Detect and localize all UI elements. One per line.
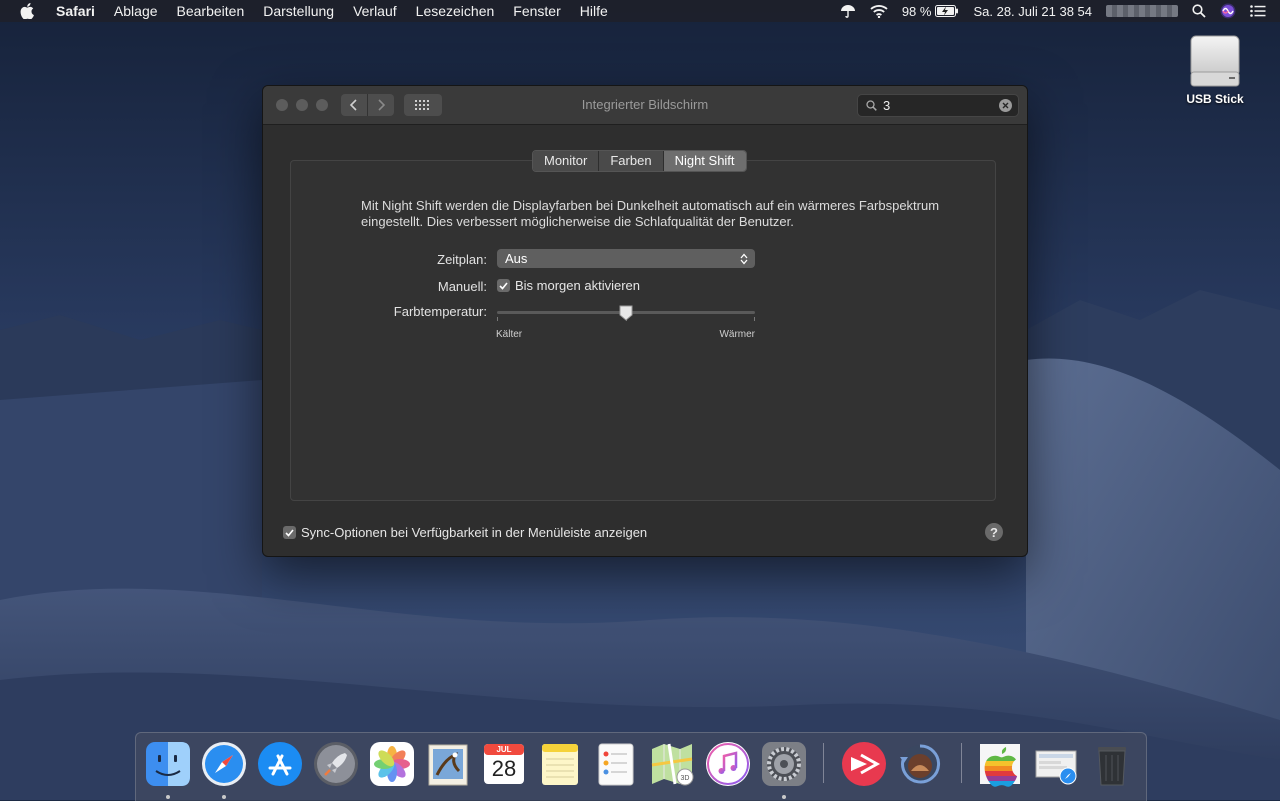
tab-bar: Monitor Farben Night Shift <box>532 150 747 172</box>
siri-icon[interactable] <box>1220 3 1236 19</box>
schedule-popup[interactable]: Aus <box>497 249 755 268</box>
skitch-icon[interactable] <box>841 741 887 787</box>
night-shift-panel: Mit Night Shift werden die Displayfarben… <box>290 160 996 501</box>
night-shift-description: Mit Night Shift werden die Displayfarben… <box>361 198 940 229</box>
manual-label: Manuell: <box>437 279 487 294</box>
menu-app-safari[interactable]: Safari <box>56 3 95 19</box>
app-store-icon[interactable] <box>257 741 303 787</box>
notification-center-icon[interactable] <box>1250 5 1266 17</box>
rainbow-apple-icon[interactable] <box>977 741 1023 787</box>
menu-bearbeiten[interactable]: Bearbeiten <box>177 3 245 19</box>
usb-stick-desktop-icon[interactable]: USB Stick <box>1180 34 1250 106</box>
running-indicator <box>222 795 226 799</box>
checkmark-icon <box>499 281 508 290</box>
umbrella-icon[interactable] <box>840 3 856 19</box>
finder-icon[interactable] <box>145 741 191 787</box>
safari-icon[interactable] <box>201 741 247 787</box>
usb-stick-label: USB Stick <box>1186 92 1244 106</box>
sync-option[interactable]: Sync-Optionen bei Verfügbarkeit in der M… <box>283 525 647 540</box>
menu-bar: Safari Ablage Bearbeiten Darstellung Ver… <box>0 0 1280 22</box>
search-field[interactable]: 3 <box>857 94 1019 117</box>
slider-tick <box>497 317 498 321</box>
schedule-label: Zeitplan: <box>437 252 487 267</box>
search-icon <box>866 100 877 111</box>
menu-darstellung[interactable]: Darstellung <box>263 3 334 19</box>
sync-checkbox[interactable] <box>283 526 296 539</box>
running-indicator <box>166 795 170 799</box>
maps-icon[interactable]: 3D <box>649 741 695 787</box>
temperature-slider[interactable]: Kälter Wärmer <box>496 305 755 345</box>
clear-search-icon[interactable] <box>999 99 1012 112</box>
user-name-redacted[interactable] <box>1106 5 1178 17</box>
clock[interactable]: Sa. 28. Juli 21 38 54 <box>973 4 1092 19</box>
manual-checkbox[interactable] <box>497 279 510 292</box>
calendar-month: JUL <box>496 745 512 754</box>
slider-tick <box>754 317 755 321</box>
running-indicator <box>782 795 786 799</box>
manual-option[interactable]: Bis morgen aktivieren <box>497 278 640 293</box>
itunes-icon[interactable] <box>705 741 751 787</box>
battery-charging-icon[interactable] <box>935 5 959 17</box>
slider-min-label: Kälter <box>496 329 523 340</box>
schedule-value: Aus <box>505 251 528 266</box>
slider-knob[interactable] <box>619 305 633 321</box>
slider-max-label: Wärmer <box>719 329 755 340</box>
wifi-icon[interactable] <box>870 4 888 18</box>
menu-hilfe[interactable]: Hilfe <box>580 3 608 19</box>
menu-fenster[interactable]: Fenster <box>513 3 560 19</box>
system-preferences-icon[interactable] <box>761 741 807 787</box>
menu-verlauf[interactable]: Verlauf <box>353 3 397 19</box>
display-preferences-window: Integrierter Bildschirm 3 Monitor Farben… <box>262 85 1028 557</box>
notes-icon[interactable] <box>537 741 583 787</box>
search-value[interactable]: 3 <box>883 98 999 113</box>
tab-monitor[interactable]: Monitor <box>533 151 600 171</box>
menu-lesezeichen[interactable]: Lesezeichen <box>416 3 495 19</box>
spotlight-search-icon[interactable] <box>1192 4 1206 18</box>
window-titlebar[interactable]: Integrierter Bildschirm 3 <box>263 86 1027 125</box>
dock-separator <box>961 743 962 783</box>
calendar-icon[interactable]: JUL 28 <box>481 741 527 787</box>
apple-menu-icon[interactable] <box>20 3 36 19</box>
help-button[interactable]: ? <box>985 523 1003 541</box>
tab-farben[interactable]: Farben <box>599 151 664 171</box>
calendar-day: 28 <box>491 756 517 781</box>
sync-label: Sync-Optionen bei Verfügbarkeit in der M… <box>301 525 648 540</box>
document-stack-icon[interactable] <box>1033 741 1079 787</box>
trash-icon[interactable] <box>1089 741 1135 787</box>
mail-icon[interactable] <box>425 741 471 787</box>
checkmark-icon <box>285 528 294 537</box>
dock: JUL 28 3D <box>135 732 1147 801</box>
temperature-label: Farbtemperatur: <box>393 304 487 319</box>
manual-checkbox-label: Bis morgen aktivieren <box>515 278 640 293</box>
photos-icon[interactable] <box>369 741 415 787</box>
svg-text:3D: 3D <box>681 775 690 782</box>
time-machine-icon[interactable] <box>897 741 943 787</box>
battery-percent[interactable]: 98 % <box>902 4 932 19</box>
menu-ablage[interactable]: Ablage <box>114 3 158 19</box>
launchpad-icon[interactable] <box>313 741 359 787</box>
external-drive-icon <box>1189 34 1241 90</box>
dock-separator <box>823 743 824 783</box>
tab-night-shift[interactable]: Night Shift <box>663 151 746 171</box>
reminders-icon[interactable] <box>593 741 639 787</box>
updown-arrows-icon <box>737 253 751 265</box>
